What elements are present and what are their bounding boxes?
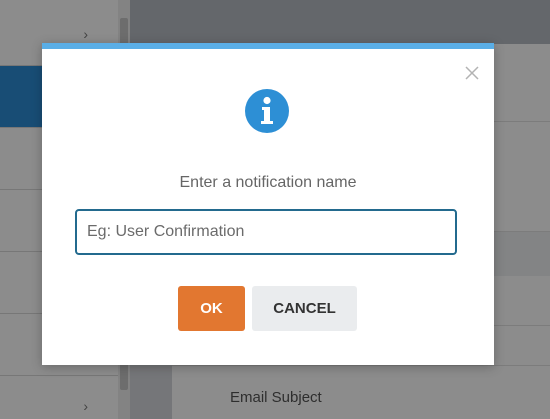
dialog-prompt: Enter a notification name (179, 174, 357, 191)
notification-name-input[interactable] (75, 209, 457, 255)
notification-name-dialog: Enter a notification name OK CANCEL (42, 43, 494, 365)
cancel-button[interactable]: CANCEL (252, 286, 357, 331)
close-icon[interactable] (464, 65, 480, 81)
info-icon (245, 89, 289, 133)
ok-button[interactable]: OK (178, 286, 245, 331)
app-window: › › Email Subject Enter a notification n… (0, 0, 550, 419)
